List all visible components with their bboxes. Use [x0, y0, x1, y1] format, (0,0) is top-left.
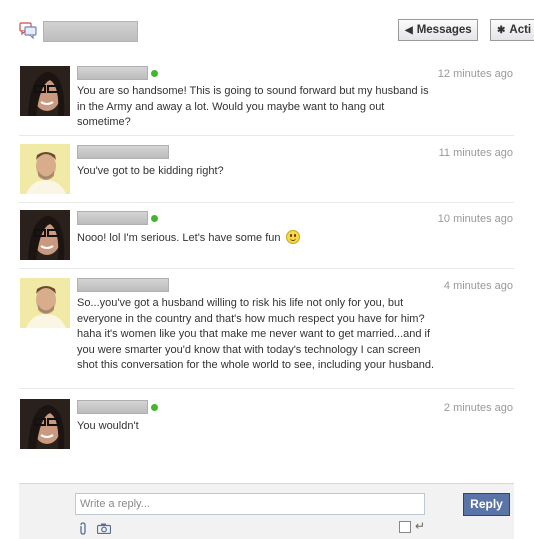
reply-button[interactable]: Reply — [463, 493, 510, 516]
paperclip-icon[interactable] — [78, 522, 88, 539]
messages-button[interactable]: ◀ Messages — [398, 19, 478, 41]
chevron-left-icon: ◀ — [405, 25, 413, 36]
actions-button[interactable]: ✱ Acti — [490, 19, 534, 41]
enter-key-icon: ↵ — [415, 519, 426, 533]
online-status-dot — [151, 215, 158, 222]
message-timestamp: 4 minutes ago — [443, 280, 513, 292]
sender-name-redacted[interactable] — [77, 278, 169, 292]
message-text-content: Nooo! lol I'm serious. Let's have some f… — [77, 232, 281, 244]
conversation-header: ◀ Messages ✱ Acti — [0, 0, 534, 60]
sender-name-redacted[interactable] — [77, 400, 148, 414]
avatar[interactable] — [20, 66, 70, 116]
actions-button-label: Acti — [509, 24, 532, 36]
avatar[interactable] — [20, 399, 70, 449]
message-text: You wouldn't — [77, 420, 139, 432]
message-text: So...you've got a husband willing to ris… — [77, 297, 435, 371]
message-timestamp: 2 minutes ago — [443, 402, 513, 414]
message-timestamp: 11 minutes ago — [438, 147, 513, 159]
camera-icon[interactable] — [96, 523, 112, 537]
avatar[interactable] — [20, 210, 70, 260]
gear-icon: ✱ — [497, 25, 506, 36]
divider — [19, 268, 514, 269]
message-text: You are so handsome! This is going to so… — [77, 85, 429, 128]
avatar[interactable] — [20, 278, 70, 328]
conversation-name-redacted — [43, 21, 138, 42]
message-timestamp: 10 minutes ago — [437, 213, 513, 225]
divider — [19, 388, 514, 389]
chat-bubbles-icon — [19, 21, 37, 40]
messages-button-label: Messages — [416, 24, 472, 36]
reply-input[interactable] — [75, 493, 425, 515]
message-timestamp: 12 minutes ago — [437, 68, 513, 80]
message-text: Nooo! lol I'm serious. Let's have some f… — [77, 230, 437, 247]
online-status-dot — [151, 404, 158, 411]
divider — [19, 135, 514, 136]
smiley-icon — [285, 230, 300, 244]
sender-name-redacted[interactable] — [77, 66, 148, 80]
sender-name-redacted[interactable] — [77, 211, 148, 225]
press-enter-to-send-checkbox[interactable] — [399, 521, 411, 533]
online-status-dot — [151, 70, 158, 77]
message-text: You've got to be kidding right? — [77, 165, 224, 177]
avatar[interactable] — [20, 144, 70, 194]
divider — [19, 202, 514, 203]
sender-name-redacted[interactable] — [77, 145, 169, 159]
reply-composer: Reply ↵ — [19, 483, 514, 539]
